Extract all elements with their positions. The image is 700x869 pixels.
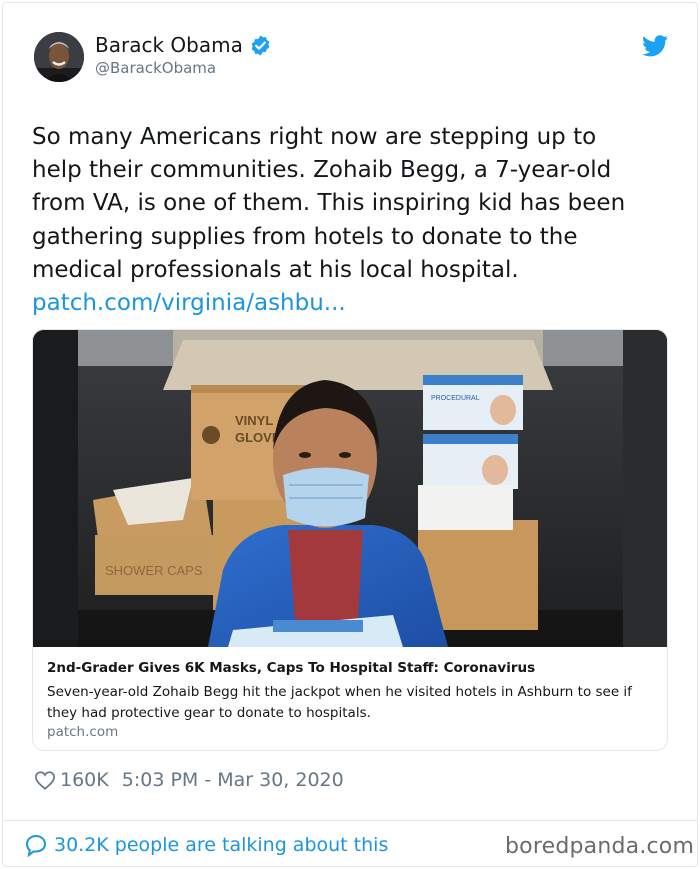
- tweet-text-line: help their communities. Zohaib Begg, a 7…: [32, 157, 612, 184]
- tweet-text-line: gathering supplies from hotels to donate…: [32, 223, 578, 250]
- tweet-text: So many Americans right now are stepping…: [32, 121, 672, 320]
- card-description: Seven-year-old Zohaib Begg hit the jackp…: [47, 682, 653, 724]
- avatar[interactable]: [34, 32, 84, 82]
- link-preview-card[interactable]: SHOWER CAPS VINYL GLOVES PROCEDURAL 2nd-…: [32, 329, 668, 751]
- user-name-row[interactable]: Barack Obama: [95, 33, 272, 57]
- image-text-shower: SHOWER CAPS: [105, 563, 203, 578]
- conversation-link[interactable]: 30.2K people are talking about this: [24, 832, 388, 858]
- card-description-line: Seven-year-old Zohaib Begg hit the jackp…: [47, 684, 632, 700]
- divider: [2, 820, 698, 821]
- speech-bubble-icon: [25, 834, 47, 857]
- card-title[interactable]: 2nd-Grader Gives 6K Masks, Caps To Hospi…: [47, 660, 535, 676]
- conversation-text[interactable]: 30.2K people are talking about this: [54, 834, 388, 856]
- card-domain: patch.com: [47, 724, 119, 740]
- avatar-image: [34, 32, 84, 82]
- user-name[interactable]: Barack Obama: [95, 33, 243, 57]
- like-count[interactable]: 160K: [60, 769, 109, 791]
- verified-badge-icon: [251, 34, 270, 56]
- tweet-link[interactable]: patch.com/virginia/ashbu...: [32, 287, 672, 320]
- card-description-line: they had protective gear to donate to ho…: [47, 705, 371, 721]
- tweet-meta-row: 160K 5:03 PM - Mar 30, 2020: [34, 768, 344, 792]
- card-image: SHOWER CAPS VINYL GLOVES PROCEDURAL: [33, 330, 667, 647]
- twitter-bird-icon[interactable]: [642, 35, 668, 57]
- tweet-text-line: from VA, is one of them. This inspiring …: [32, 190, 626, 217]
- heart-icon[interactable]: [34, 770, 56, 790]
- user-handle[interactable]: @BarackObama: [95, 59, 216, 77]
- tweet-text-line: medical professionals at his local hospi…: [32, 256, 519, 283]
- timestamp[interactable]: 5:03 PM - Mar 30, 2020: [122, 769, 344, 791]
- image-text-mask-box-1: PROCEDURAL: [431, 395, 480, 402]
- tweet-text-line: So many Americans right now are stepping…: [32, 124, 597, 150]
- watermark: boredpanda.com: [505, 834, 695, 859]
- image-text-vinyl-1: VINYL: [235, 413, 273, 428]
